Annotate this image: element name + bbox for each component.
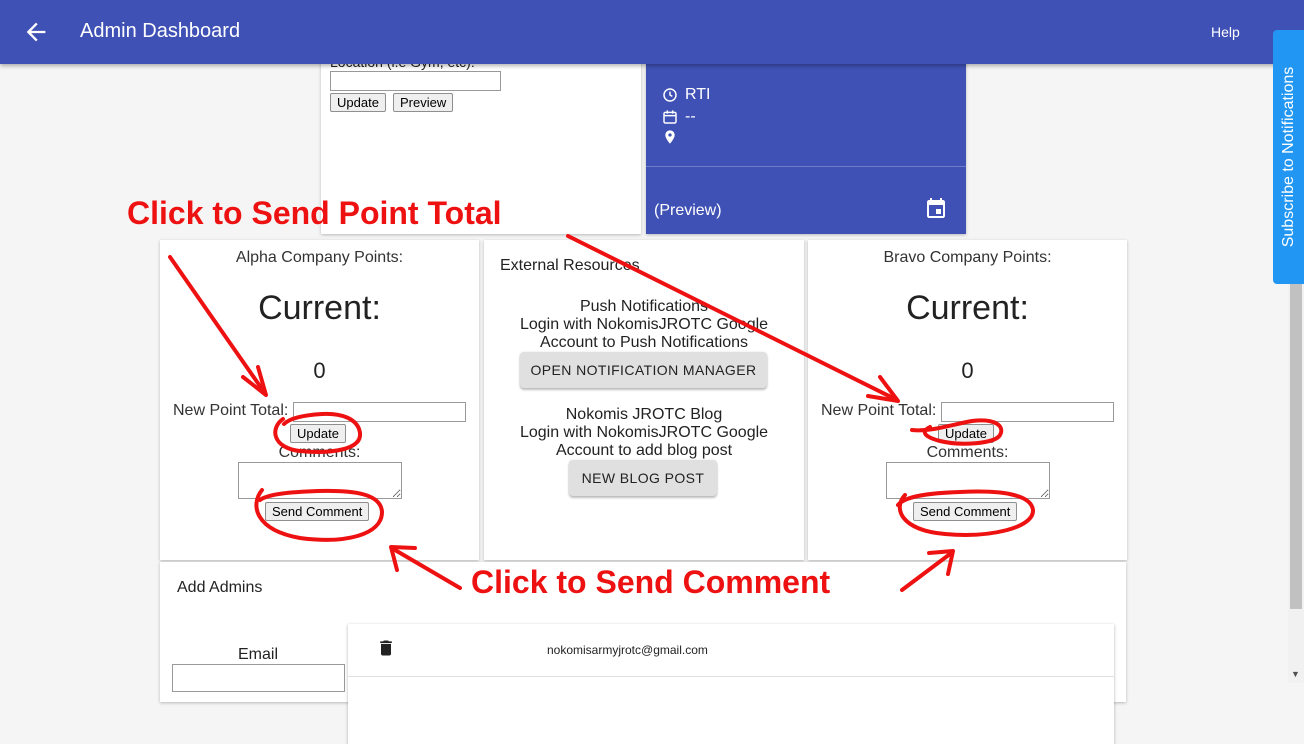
preview-time: RTI [685, 86, 711, 103]
scrollbar-thumb[interactable] [1290, 284, 1302, 609]
annotation-send-comment: Click to Send Comment [471, 564, 831, 600]
bravo-new-total-input[interactable] [941, 402, 1114, 422]
alpha-new-total-input[interactable] [293, 402, 466, 422]
back-arrow-icon[interactable] [22, 18, 50, 46]
alpha-comments-input[interactable] [238, 462, 402, 499]
location-input[interactable] [330, 71, 501, 91]
bravo-send-comment-button[interactable]: Send Comment [913, 502, 1018, 521]
bravo-update-button[interactable]: Update [938, 424, 994, 443]
alpha-header: Alpha Company Points: [235, 249, 404, 266]
bravo-comments-label: Comments: [926, 444, 1009, 461]
new-blog-post-button[interactable]: NEW BLOG POST [569, 460, 717, 496]
external-header: External Resources [500, 257, 640, 274]
event-calendar-icon[interactable] [924, 196, 948, 220]
alpha-comments-label: Comments: [278, 444, 361, 461]
bravo-header: Bravo Company Points: [883, 249, 1052, 266]
alpha-send-comment-button[interactable]: Send Comment [265, 502, 370, 521]
open-notification-manager-button[interactable]: OPEN NOTIFICATION MANAGER [520, 352, 767, 388]
alpha-new-total-label: New Point Total: [173, 402, 289, 419]
push-title: Push Notifications [579, 298, 709, 315]
preview-date-row: -- [662, 108, 696, 126]
blog-line-2: Account to add blog post [555, 442, 733, 459]
blog-line-1: Login with NokomisJROTC Google [519, 424, 769, 441]
alpha-current-value: 0 [313, 358, 326, 383]
preview-time-row: RTI [662, 86, 710, 104]
scroll-down-arrow-icon[interactable]: ▼ [1291, 669, 1300, 679]
alpha-update-button[interactable]: Update [290, 424, 346, 443]
annotation-send-point-total: Click to Send Point Total [127, 195, 502, 231]
admin-email-label: Email [238, 646, 279, 663]
blog-title: Nokomis JROTC Blog [565, 406, 723, 423]
admin-email-input[interactable] [172, 664, 345, 692]
bravo-current-label: Current: [906, 289, 1029, 327]
bravo-new-total-label: New Point Total: [821, 402, 937, 419]
admins-header: Add Admins [177, 579, 263, 596]
help-link[interactable]: Help [1211, 24, 1240, 40]
event-preview-card: RTI -- (Preview) [646, 40, 966, 234]
subscribe-label: Subscribe to Notifications [1279, 66, 1297, 248]
preview-divider [646, 166, 966, 167]
bravo-current-value: 0 [961, 358, 974, 383]
alpha-current-label: Current: [258, 289, 381, 327]
preview-date: -- [685, 108, 696, 125]
bravo-comments-input[interactable] [886, 462, 1050, 499]
calendar-icon [663, 110, 677, 124]
push-line-2: Account to Push Notifications [539, 334, 749, 351]
clock-icon [663, 88, 677, 102]
bravo-points-card: Bravo Company Points: Current: 0 New Poi… [808, 240, 1127, 560]
alpha-points-card: Alpha Company Points: Current: 0 New Poi… [160, 240, 479, 560]
push-line-1: Login with NokomisJROTC Google [519, 316, 769, 333]
delete-admin-trash-icon[interactable] [376, 638, 396, 658]
admin-email: nokomisarmyjrotc@gmail.com [547, 643, 708, 657]
location-pin-icon [665, 130, 675, 144]
admin-list: nokomisarmyjrotc@gmail.com [348, 624, 1114, 744]
event-update-button[interactable]: Update [330, 93, 386, 112]
event-preview-button[interactable]: Preview [393, 93, 454, 112]
app-bar: Admin Dashboard Help [0, 0, 1304, 64]
external-resources-card: External Resources Push Notifications Lo… [484, 240, 804, 560]
preview-location-row [662, 129, 685, 145]
preview-footer-label: (Preview) [654, 202, 722, 219]
subscribe-notifications-button[interactable]: Subscribe to Notifications [1273, 30, 1304, 284]
admin-list-divider [348, 676, 1114, 677]
page-title: Admin Dashboard [80, 20, 241, 42]
